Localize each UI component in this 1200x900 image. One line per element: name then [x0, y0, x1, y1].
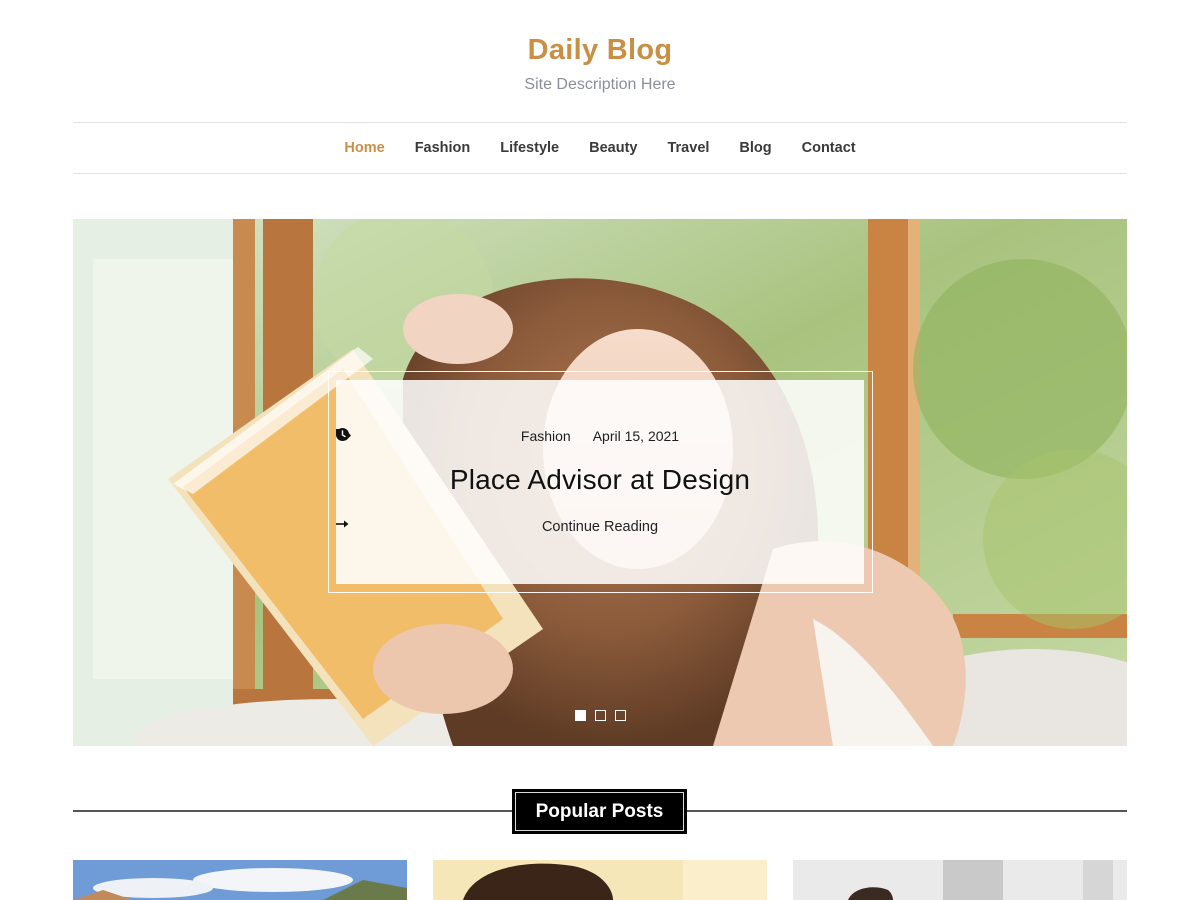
hero-category[interactable]: Fashion: [336, 428, 571, 444]
post-image-3: [793, 860, 1127, 900]
hero-date-label: April 15, 2021: [592, 428, 680, 444]
post-image-2: [433, 860, 767, 900]
nav-item-fashion[interactable]: Fashion: [400, 140, 486, 156]
nav-item-lifestyle[interactable]: Lifestyle: [485, 140, 574, 156]
post-thumbnail-3[interactable]: [793, 860, 1127, 900]
slider-dot-2[interactable]: [595, 710, 606, 721]
hero-card: Fashion April 15, 2021 Place Advisor at …: [336, 380, 864, 584]
clock-icon: [336, 428, 349, 441]
hero-post-title[interactable]: Place Advisor at Design: [336, 464, 864, 496]
slider-dots: [575, 710, 626, 721]
site-description: Site Description Here: [524, 76, 676, 93]
nav-item-contact[interactable]: Contact: [787, 140, 871, 156]
nav-item-blog[interactable]: Blog: [724, 140, 786, 156]
hero-category-label: Fashion: [520, 428, 571, 444]
main-navigation: Home Fashion Lifestyle Beauty Travel Blo…: [73, 122, 1127, 174]
popular-posts-heading-box: Popular Posts: [512, 789, 687, 834]
post-thumbnail-2[interactable]: [433, 860, 767, 900]
slider-dot-1[interactable]: [575, 710, 586, 721]
arrow-right-icon: [336, 520, 349, 528]
nav-item-beauty[interactable]: Beauty: [574, 140, 652, 156]
slider-dot-3[interactable]: [615, 710, 626, 721]
hero-date: April 15, 2021: [336, 428, 680, 444]
hero-slider[interactable]: Fashion April 15, 2021 Place Advisor at …: [73, 219, 1127, 746]
nav-item-home[interactable]: Home: [329, 140, 399, 156]
continue-reading-label: Continue Reading: [541, 519, 659, 535]
site-header: Daily Blog Site Description Here: [0, 0, 1200, 122]
nav-item-travel[interactable]: Travel: [652, 140, 724, 156]
popular-posts-heading: Popular Posts: [515, 792, 684, 831]
post-thumbnail-1[interactable]: [73, 860, 407, 900]
post-image-1: [73, 860, 407, 900]
continue-reading-link[interactable]: Continue Reading: [336, 519, 864, 535]
hero-meta: Fashion April 15, 2021: [336, 428, 864, 444]
site-title[interactable]: Daily Blog: [0, 34, 1200, 67]
